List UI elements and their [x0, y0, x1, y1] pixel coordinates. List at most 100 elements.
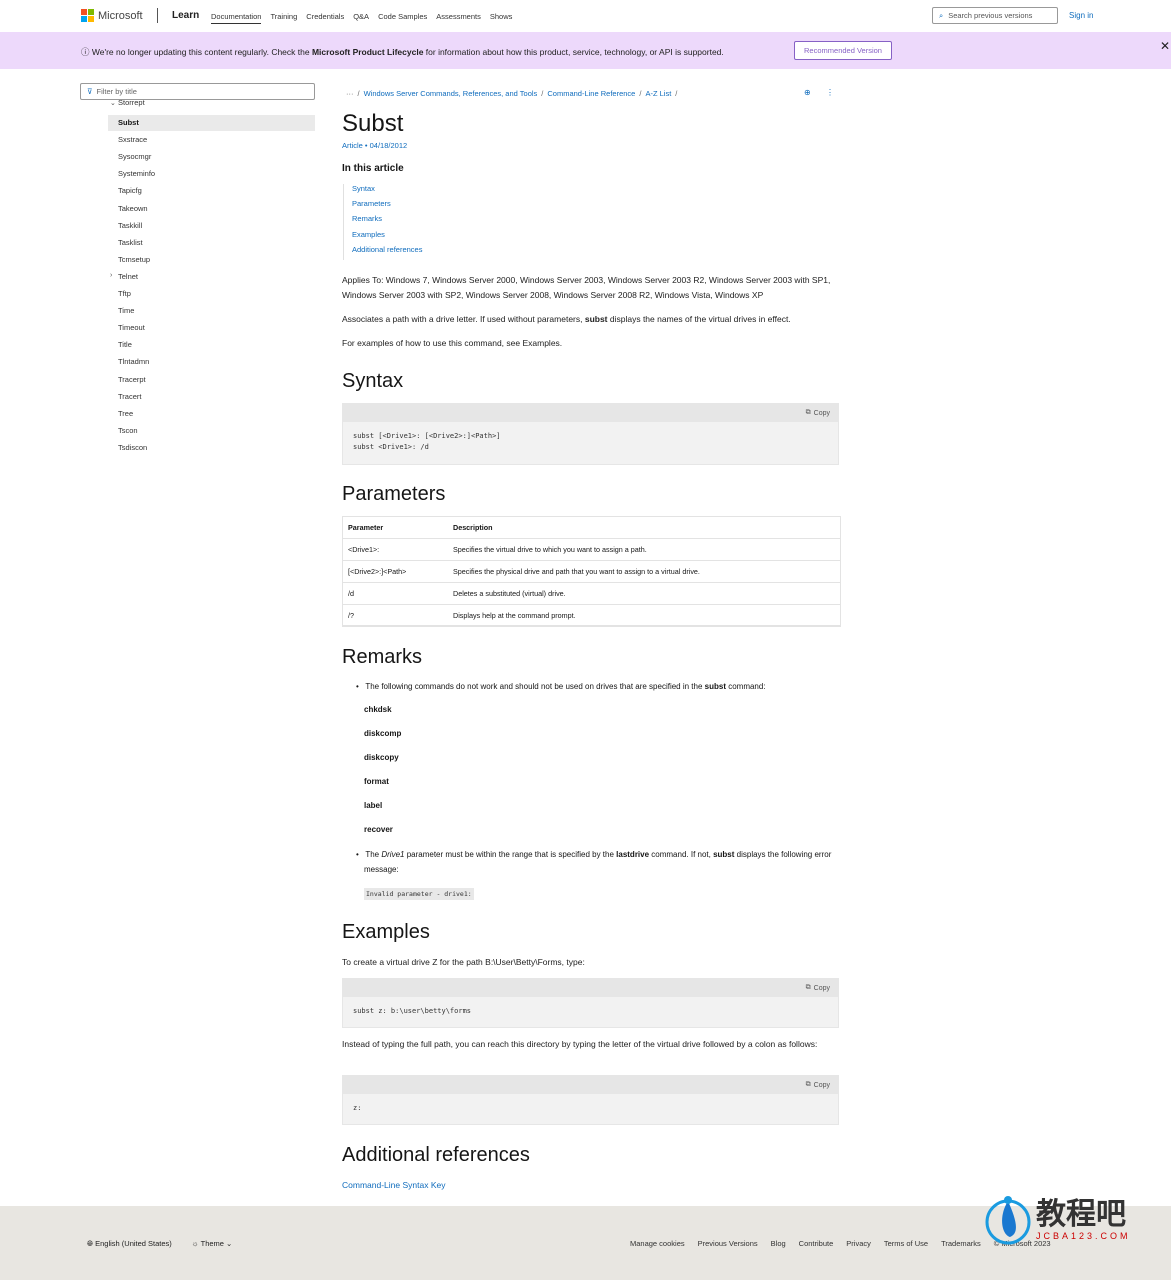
- breadcrumb-item[interactable]: Command-Line Reference: [547, 89, 635, 98]
- command-name: label: [364, 801, 383, 810]
- remark-item: • The following commands do not work and…: [356, 682, 766, 691]
- additional-references-heading: Additional references: [342, 1144, 530, 1166]
- table-row: /d Deletes a substituted (virtual) drive.: [343, 582, 840, 605]
- sidebar-item[interactable]: Telnet: [108, 269, 315, 285]
- sidebar-item[interactable]: Tree: [108, 406, 315, 422]
- footer-link[interactable]: Blog: [771, 1239, 786, 1248]
- footer-link[interactable]: Terms of Use: [884, 1239, 928, 1248]
- sidebar-item[interactable]: Tcmsetup: [108, 252, 315, 268]
- divider: [157, 8, 158, 23]
- examples-heading: Examples: [342, 921, 430, 943]
- command-name: format: [364, 777, 389, 786]
- chevron-icon[interactable]: ⌄: [110, 99, 116, 107]
- sidebar-item[interactable]: Taskkill: [108, 218, 315, 234]
- nav-training[interactable]: Training: [270, 12, 297, 24]
- footer-link[interactable]: Manage cookies: [630, 1239, 685, 1248]
- sidebar-item[interactable]: Tracert: [108, 389, 315, 405]
- breadcrumb: ··· / Windows Server Commands, References…: [346, 89, 678, 98]
- more-options-icon[interactable]: ⋮: [826, 88, 834, 97]
- table-cell: Specifies the virtual drive to which you…: [448, 538, 840, 562]
- toc-link[interactable]: Examples: [352, 230, 422, 245]
- command-name: chkdsk: [364, 705, 392, 714]
- search-placeholder: Search previous versions: [948, 11, 1033, 20]
- description: Associates a path with a drive letter. I…: [342, 314, 791, 324]
- nav-qa[interactable]: Q&A: [353, 12, 369, 24]
- table-cell: /?: [343, 604, 448, 627]
- watermark-url: JCBA123.COM: [1036, 1231, 1131, 1241]
- nav-code-samples[interactable]: Code Samples: [378, 12, 427, 24]
- example-text: To create a virtual drive Z for the path…: [342, 957, 585, 967]
- table-row: /? Displays help at the command prompt.: [343, 604, 840, 627]
- language-selector[interactable]: 🌐︎ English (United States): [87, 1239, 172, 1249]
- sidebar-item[interactable]: Timeout: [108, 320, 315, 336]
- banner-text-pre: We're no longer updating this content re…: [91, 47, 312, 57]
- remarks-heading: Remarks: [342, 646, 423, 668]
- search-input[interactable]: ⌕ Search previous versions: [932, 7, 1058, 24]
- close-icon[interactable]: ✕: [1160, 39, 1170, 53]
- breadcrumb-more[interactable]: ···: [346, 89, 354, 98]
- toc-link[interactable]: Additional references: [352, 245, 422, 260]
- footer-link[interactable]: Trademarks: [941, 1239, 981, 1248]
- nav-shows[interactable]: Shows: [490, 12, 513, 24]
- syntax-heading: Syntax: [342, 370, 404, 392]
- toc-title: In this article: [342, 163, 404, 174]
- table-header: Parameter Description: [343, 517, 840, 540]
- code: subst [<Drive1>: [<Drive2>:]<Path>] subs…: [353, 432, 501, 451]
- watermark-drop-icon: [985, 1196, 1031, 1245]
- sidebar-item[interactable]: Takeown: [108, 201, 315, 217]
- sidebar-item[interactable]: Tscon: [108, 423, 315, 439]
- sidebar-item[interactable]: Tftp: [108, 286, 315, 302]
- lifecycle-link[interactable]: Microsoft Product Lifecycle: [312, 47, 423, 57]
- sidebar-item[interactable]: Tlntadmn: [108, 354, 315, 370]
- column-header: Description: [448, 517, 840, 540]
- copy-button[interactable]: ⧉ Copy: [343, 404, 838, 422]
- nav-credentials[interactable]: Credentials: [306, 12, 344, 24]
- syntax-key-link[interactable]: Command-Line Syntax Key: [342, 1178, 839, 1193]
- sidebar-item[interactable]: Title: [108, 337, 315, 353]
- error-message-code: Invalid parameter - drive1:: [364, 888, 474, 900]
- sidebar-item[interactable]: Time: [108, 303, 315, 319]
- example-text: Instead of typing the full path, you can…: [342, 1039, 818, 1049]
- sign-in-link[interactable]: Sign in: [1069, 11, 1093, 20]
- remark-item: • The Drive1 parameter must be within th…: [356, 850, 832, 874]
- command-name: diskcopy: [364, 753, 399, 762]
- filter-icon: ⊽: [87, 87, 93, 96]
- chevron-icon[interactable]: ›: [110, 272, 112, 279]
- sidebar-item[interactable]: Tasklist: [108, 235, 315, 251]
- nav-links: Documentation Training Credentials Q&A C…: [211, 12, 512, 24]
- focus-mode-icon[interactable]: ⊕: [804, 88, 811, 97]
- microsoft-logo[interactable]: Microsoft: [81, 9, 143, 22]
- toc-link[interactable]: Syntax: [352, 184, 422, 199]
- nav-assessments[interactable]: Assessments: [436, 12, 481, 24]
- copy-button[interactable]: ⧉ Copy: [343, 1076, 838, 1094]
- sidebar-item[interactable]: Tsdiscon: [108, 440, 315, 456]
- watermark-logo: 教程吧 JCBA123.COM: [984, 1195, 1131, 1245]
- article-meta: Article • 04/18/2012: [342, 141, 408, 150]
- sidebar-item[interactable]: Sysocmgr: [108, 149, 315, 165]
- copy-icon: ⧉: [805, 984, 811, 991]
- theme-selector[interactable]: ☼ Theme ⌄: [192, 1239, 233, 1249]
- example-code-block: ⧉ Copy subst z: b:\user\betty\forms: [342, 978, 839, 1028]
- sidebar-item[interactable]: Tapicfg: [108, 183, 315, 199]
- footer-link[interactable]: Previous Versions: [698, 1239, 758, 1248]
- info-icon: ⓘ: [81, 47, 92, 57]
- column-header: Parameter: [343, 517, 448, 540]
- sidebar-item[interactable]: Systeminfo: [108, 166, 315, 182]
- nav-documentation[interactable]: Documentation: [211, 12, 262, 24]
- copy-button[interactable]: ⧉ Copy: [343, 979, 838, 997]
- filter-placeholder: Filter by title: [96, 87, 137, 96]
- toc-link[interactable]: Remarks: [352, 214, 422, 229]
- recommended-version-button[interactable]: Recommended Version: [794, 41, 892, 60]
- footer-link[interactable]: Privacy: [846, 1239, 871, 1248]
- copy-icon: ⧉: [805, 1081, 811, 1088]
- example-code-block: ⧉ Copy z:: [342, 1075, 839, 1125]
- learn-link[interactable]: Learn: [172, 10, 199, 21]
- breadcrumb-item[interactable]: A-Z List: [645, 89, 671, 98]
- sidebar-item[interactable]: Storrept: [108, 98, 315, 108]
- toc-link[interactable]: Parameters: [352, 199, 422, 214]
- sidebar-item[interactable]: Subst: [108, 115, 315, 131]
- sidebar-item[interactable]: Sxstrace: [108, 132, 315, 148]
- sidebar-item[interactable]: Tracerpt: [108, 372, 315, 388]
- breadcrumb-item[interactable]: Windows Server Commands, References, and…: [364, 89, 538, 98]
- footer-link[interactable]: Contribute: [799, 1239, 834, 1248]
